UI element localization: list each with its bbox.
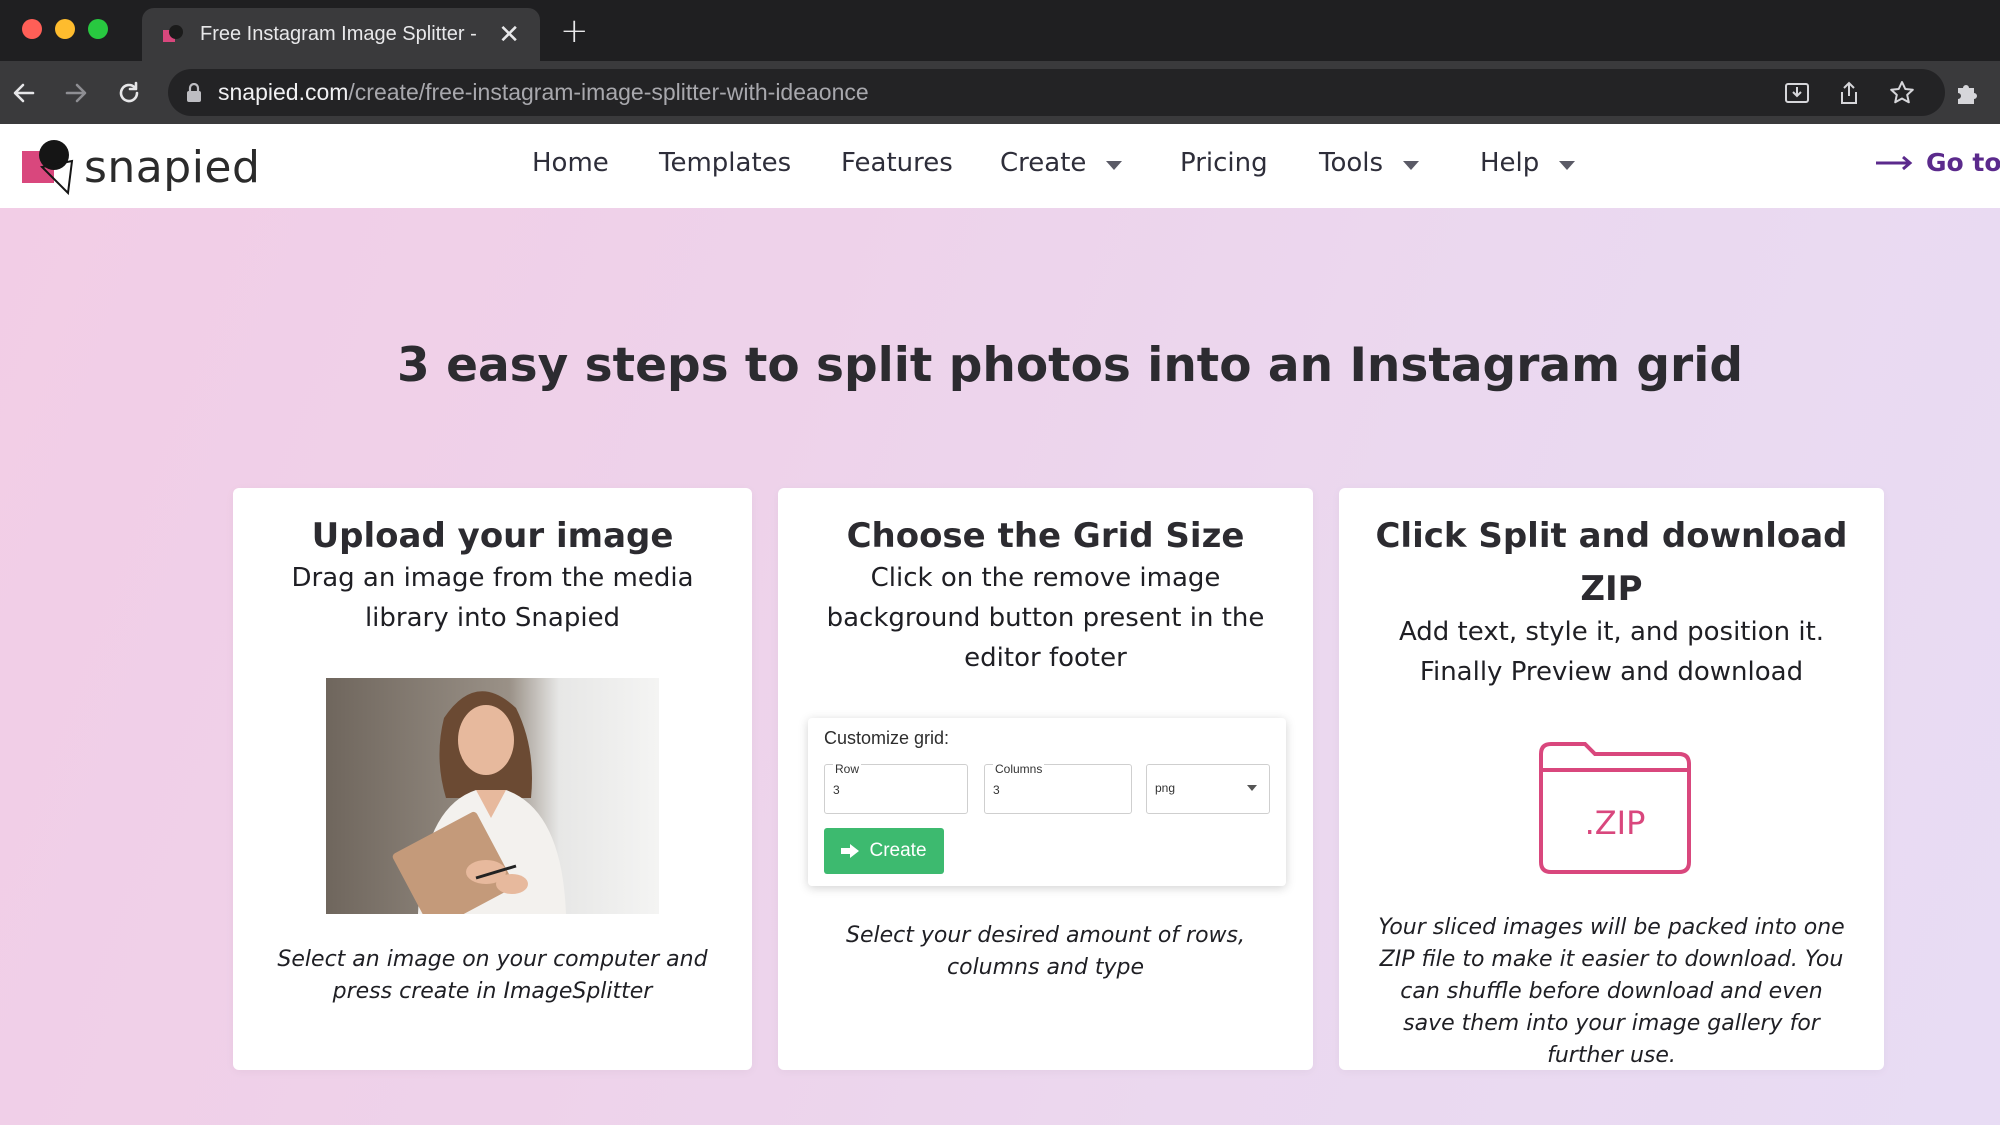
card-subtitle: Add text, style it, and position it. Fin… [1398,617,1825,687]
chevron-down-icon [1247,785,1257,791]
url-host: snapied.com [218,79,349,105]
logo-text: snapied [84,141,261,193]
woman-with-clipboard-image [326,678,659,914]
columns-value: 3 [993,783,1000,797]
chevron-down-icon [1403,160,1420,170]
customize-grid-form: Customize grid: Row 3 Columns 3 png Crea… [808,718,1286,886]
card-footer: Select your desired amount of rows, colu… [846,923,1245,980]
chevron-down-icon [1106,160,1123,170]
lock-icon [186,82,202,103]
nav-tools[interactable]: Tools [1319,148,1420,178]
goto-label: Go to d [1926,148,2000,177]
step-card-download: Click Split and download ZIP Add text, s… [1339,488,1884,1070]
zip-label: .ZIP [1585,804,1646,842]
goto-dashboard-link[interactable]: Go to d [1876,148,2000,177]
arrow-right-icon [841,844,860,858]
customize-grid-label: Customize grid: [824,728,950,748]
maximize-window-button[interactable] [88,19,108,39]
browser-toolbar: snapied.com/create/free-instagram-image-… [0,61,2000,124]
site-header: snapied Home Templates Features Create P… [0,124,2000,208]
forward-icon[interactable] [60,77,92,109]
zip-folder-icon: .ZIP [1535,738,1695,878]
browser-tab[interactable]: Free Instagram Image Splitter - ✕ [142,8,540,61]
nav-templates[interactable]: Templates [659,148,791,178]
install-app-icon[interactable] [1780,76,1814,110]
nav-pricing[interactable]: Pricing [1180,148,1268,178]
close-window-button[interactable] [22,19,42,39]
arrow-right-icon [1876,155,1913,170]
card-footer: Your sliced images will be packed into o… [1378,915,1845,1068]
nav-create[interactable]: Create [1000,148,1123,178]
bookmark-star-icon[interactable] [1885,76,1919,110]
extensions-puzzle-icon[interactable] [1950,76,1984,110]
new-tab-icon[interactable]: + [560,14,589,48]
nav-features[interactable]: Features [841,148,953,178]
nav-templates-label: Templates [659,148,792,178]
url-path: /create/free-instagram-image-splitter-wi… [348,79,869,105]
row-label: Row [833,762,862,776]
type-value: png [1155,781,1176,795]
browser-tab-bar: Free Instagram Image Splitter - ✕ + [0,0,2000,61]
create-button[interactable]: Create [824,828,944,874]
steps-section: 3 easy steps to split photos into an Ins… [0,208,2000,1125]
type-select[interactable]: png [1146,764,1270,814]
nav-home[interactable]: Home [532,148,609,178]
minimize-window-button[interactable] [55,19,75,39]
nav-help-label: Help [1480,148,1540,178]
nav-home-label: Home [532,148,609,178]
snapied-logo-icon [22,140,74,196]
card-title: Click Split and download ZIP [1375,516,1848,609]
back-icon[interactable] [8,77,40,109]
row-value: 3 [833,783,840,797]
card-title: Choose the Grid Size [846,516,1245,556]
columns-input[interactable]: Columns 3 [984,762,1132,814]
nav-help[interactable]: Help [1480,148,1576,178]
step-card-upload: Upload your image Drag an image from the… [233,488,752,1070]
nav-create-label: Create [1000,148,1087,178]
card-footer: Select an image on your computer and pre… [277,947,708,1004]
create-button-label: Create [869,840,927,861]
card-subtitle: Click on the remove image background but… [826,563,1265,673]
reload-icon[interactable] [113,77,145,109]
row-input[interactable]: Row 3 [824,762,968,814]
columns-label: Columns [993,762,1045,776]
card-subtitle: Drag an image from the media library int… [291,563,694,633]
nav-pricing-label: Pricing [1180,148,1268,178]
card-title: Upload your image [311,516,674,556]
section-title: 3 easy steps to split photos into an Ins… [397,338,1743,393]
tab-title: Free Instagram Image Splitter - [200,23,477,45]
snapied-logo[interactable]: snapied [22,136,260,198]
snapied-favicon-icon [162,24,184,46]
nav-features-label: Features [841,148,953,178]
step-card-grid-size: Choose the Grid Size Click on the remove… [778,488,1313,1070]
nav-tools-label: Tools [1319,148,1384,178]
address-bar[interactable]: snapied.com/create/free-instagram-image-… [168,69,1945,116]
close-tab-icon[interactable]: ✕ [498,22,520,48]
chevron-down-icon [1559,160,1576,170]
share-icon[interactable] [1832,76,1866,110]
